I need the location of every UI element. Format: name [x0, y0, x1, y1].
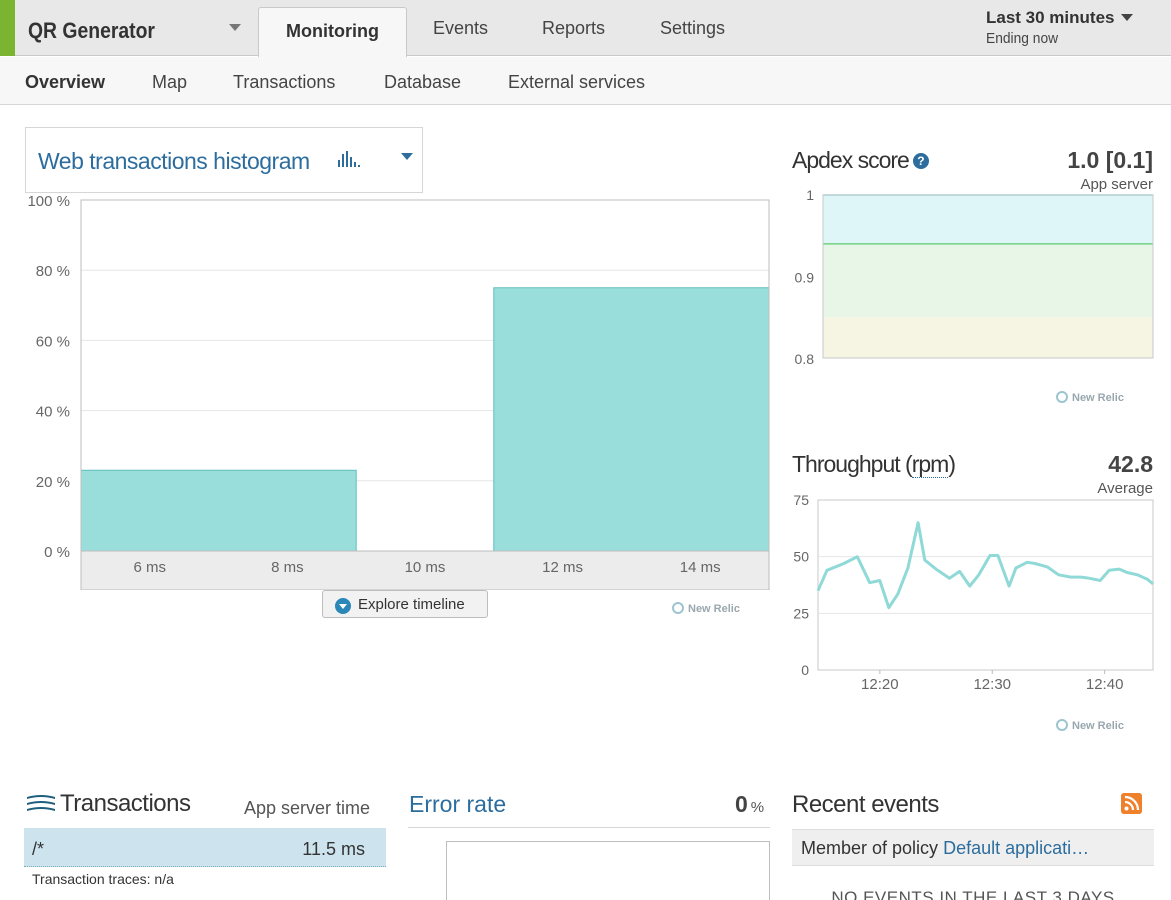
transactions-column-header: App server time: [244, 798, 371, 818]
top-navigation-bar: QR Generator Monitoring Events Reports S…: [0, 0, 1171, 57]
new-relic-ring-icon: [672, 602, 684, 614]
x-tick-label: 14 ms: [680, 559, 721, 576]
explore-timeline-button[interactable]: Explore timeline: [322, 590, 488, 618]
apdex-band: [823, 243, 1153, 318]
histogram-icon: [338, 151, 360, 167]
throughput-value: 42.8: [1108, 451, 1153, 477]
chevron-down-icon: [1120, 14, 1133, 21]
throughput-chart: 0 25 50 75 12:20 12:30 12:40: [793, 492, 1154, 693]
transaction-name: /*: [32, 839, 45, 859]
rpm-unit-link[interactable]: rpm: [911, 451, 949, 478]
chevron-down-icon: [401, 153, 413, 160]
transactions-title[interactable]: Transactions: [60, 790, 191, 818]
new-relic-logo: New Relic: [1056, 391, 1124, 404]
histogram-chart-selector[interactable]: Web transactions histogram: [25, 127, 423, 193]
subtab-external-services[interactable]: External services: [508, 72, 645, 93]
x-tick-label: 10 ms: [405, 559, 446, 576]
subtab-transactions[interactable]: Transactions: [233, 72, 335, 93]
y-tick-label: 0: [801, 662, 809, 678]
y-tick-label: 0.8: [795, 351, 815, 367]
x-tick-label: 8 ms: [271, 559, 304, 576]
tab-settings[interactable]: Settings: [660, 18, 725, 39]
error-rate-chart: [446, 841, 770, 900]
subtab-overview[interactable]: Overview: [25, 72, 105, 93]
error-rate-value: 0%: [735, 791, 764, 818]
histogram-bar: [80, 469, 357, 552]
subtab-map[interactable]: Map: [152, 72, 187, 93]
y-tick-label: 20 %: [36, 474, 70, 491]
sub-navigation: Overview Map Transactions Database Exter…: [0, 57, 1171, 105]
transaction-traces-text: Transaction traces: n/a: [32, 871, 174, 887]
histogram-bar: [493, 287, 770, 552]
new-relic-logo-text: New Relic: [1072, 392, 1124, 404]
x-tick-label: 6 ms: [134, 559, 167, 576]
y-tick-label: 0 %: [44, 544, 70, 561]
new-relic-logo: New Relic: [672, 602, 740, 615]
apdex-score-value: 1.0 [0.1]: [1067, 147, 1153, 173]
list-item: Member of policy Default applicati…: [792, 829, 1154, 866]
y-tick-label: 80 %: [36, 263, 70, 280]
time-range-subtitle: Ending now: [986, 30, 1059, 47]
new-relic-ring-icon: [1056, 719, 1068, 731]
throughput-title-text: Throughput (: [792, 451, 913, 477]
divider: [408, 827, 770, 828]
y-tick-label: 75: [793, 492, 809, 508]
event-prefix: Member of policy: [801, 838, 939, 858]
time-range-label: Last 30 minutes: [986, 8, 1115, 27]
error-rate-title[interactable]: Error rate: [409, 791, 506, 818]
recent-events-title: Recent events: [792, 791, 939, 818]
no-events-message: NO EVENTS IN THE LAST 3 DAYS: [831, 888, 1115, 900]
histogram-title: Web transactions histogram: [38, 148, 310, 174]
apdex-panel-title: Apdex score?: [792, 147, 929, 174]
histogram-chart: 0 % 20 % 40 % 60 % 80 % 100 % 6 ms 8 ms 10 ms 12 …: [27, 193, 770, 590]
y-tick-label: 0.9: [795, 270, 815, 286]
transaction-time: 11.5 ms: [302, 839, 365, 859]
x-tick-label: 12:20: [861, 676, 899, 693]
chevron-down-circle-icon: [335, 598, 351, 614]
tab-monitoring[interactable]: Monitoring: [258, 7, 407, 57]
tab-reports[interactable]: Reports: [542, 18, 605, 39]
y-tick-label: 100 %: [27, 193, 70, 210]
x-tick-label: 12:40: [1086, 676, 1124, 693]
table-row[interactable]: /* 11.5 ms: [24, 828, 386, 867]
stack-icon: [27, 795, 55, 811]
throughput-panel-title: Throughput (rpm): [792, 451, 956, 478]
tab-events[interactable]: Events: [433, 18, 488, 39]
app-switcher-caret-icon[interactable]: [229, 24, 241, 31]
apdex-chart: 0.8 0.9 1: [795, 187, 1154, 367]
explore-timeline-label: Explore timeline: [358, 596, 465, 613]
apdex-band: [823, 195, 1153, 244]
plot-frame: [817, 499, 1154, 671]
time-range-picker[interactable]: Last 30 minutes Ending now: [986, 8, 1133, 47]
x-tick-label: 12 ms: [542, 559, 583, 576]
event-text: Member of policy Default applicati…: [801, 838, 1089, 859]
y-tick-label: 50: [793, 549, 809, 565]
app-accent-stripe: [0, 0, 15, 56]
subtab-database[interactable]: Database: [384, 72, 461, 93]
apdex-title-text: Apdex score: [792, 147, 910, 173]
policy-link[interactable]: Default applicati…: [943, 838, 1089, 858]
throughput-title-close: ): [948, 451, 956, 477]
app-name[interactable]: QR Generator: [28, 18, 155, 44]
help-icon[interactable]: ?: [912, 153, 929, 169]
apdex-band: [823, 317, 1153, 358]
rss-feed-icon[interactable]: [1121, 793, 1142, 814]
new-relic-ring-icon: [1056, 391, 1068, 403]
y-tick-label: 60 %: [36, 333, 70, 350]
error-rate-number: 0: [735, 791, 748, 817]
new-relic-logo: New Relic: [1056, 719, 1124, 732]
y-tick-label: 25: [793, 605, 809, 621]
x-tick-label: 12:30: [973, 676, 1011, 693]
new-relic-logo-text: New Relic: [688, 603, 740, 615]
y-tick-label: 1: [806, 187, 814, 203]
error-rate-unit: %: [750, 799, 765, 816]
y-tick-label: 40 %: [36, 404, 70, 421]
new-relic-logo-text: New Relic: [1072, 720, 1124, 732]
